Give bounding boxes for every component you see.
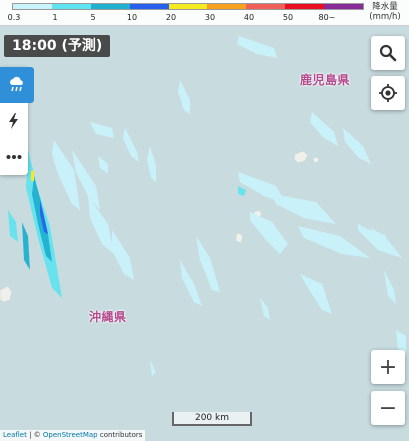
legend-tick-8: 80~ <box>318 13 336 22</box>
search-button[interactable] <box>371 36 405 70</box>
map-attribution: Leaflet | © OpenStreetMap contributors <box>0 430 146 441</box>
locate-button[interactable] <box>371 76 405 110</box>
legend-unit: 降水量 (mm/h) <box>365 2 405 22</box>
scale-bar: 200 km <box>172 412 252 426</box>
more-options-button[interactable] <box>0 139 28 175</box>
legend-unit-title: 降水量 <box>372 2 398 12</box>
attribution-contributors: contributors <box>97 431 143 439</box>
legend-tick-7: 50 <box>282 13 294 22</box>
place-label-kagoshima: 鹿児島県 <box>300 73 351 87</box>
lightning-layer-button[interactable] <box>0 103 28 139</box>
legend-swatch-3 <box>129 4 169 9</box>
legend-unit-value: (mm/h) <box>369 12 401 22</box>
leaflet-link[interactable]: Leaflet <box>3 431 27 439</box>
legend-swatch-0 <box>13 4 52 9</box>
legend-swatch-1 <box>51 4 91 9</box>
legend-swatch-7 <box>285 4 325 9</box>
legend-swatch-6 <box>246 4 286 9</box>
legend-swatch-8 <box>324 4 364 9</box>
legend-color-bar <box>12 3 364 10</box>
attribution-separator: | © <box>26 431 43 439</box>
layer-panel <box>0 67 34 175</box>
map-canvas[interactable] <box>0 0 409 441</box>
legend-tick-0: 0.3 <box>7 13 21 22</box>
legend-tick-3: 10 <box>126 13 138 22</box>
precipitation-legend: 0.3 1 5 10 20 30 40 50 80~ 降水量 (mm/h) <box>0 0 409 26</box>
legend-swatch-5 <box>207 4 247 9</box>
zoom-in-button[interactable]: + <box>371 350 405 384</box>
legend-tick-5: 30 <box>204 13 216 22</box>
rain-yellow <box>31 171 34 181</box>
legend-swatch-2 <box>90 4 130 9</box>
forecast-time-badge: 18:00 (予測) <box>4 35 111 57</box>
legend-tick-4: 20 <box>165 13 177 22</box>
lightning-icon <box>9 113 18 129</box>
locate-icon <box>379 84 397 102</box>
rain-cloud-icon <box>10 76 23 92</box>
search-icon <box>379 44 397 62</box>
sea <box>0 0 409 441</box>
place-label-okinawa: 沖縄県 <box>89 310 127 324</box>
more-dots-icon <box>6 155 22 159</box>
legend-tick-1: 1 <box>52 13 58 22</box>
zoom-out-button[interactable]: − <box>371 391 405 425</box>
rain-layer-button[interactable] <box>0 67 34 103</box>
legend-tick-2: 5 <box>90 13 96 22</box>
legend-swatch-4 <box>168 4 208 9</box>
legend-tick-6: 40 <box>243 13 255 22</box>
osm-link[interactable]: OpenStreetMap <box>43 431 98 439</box>
